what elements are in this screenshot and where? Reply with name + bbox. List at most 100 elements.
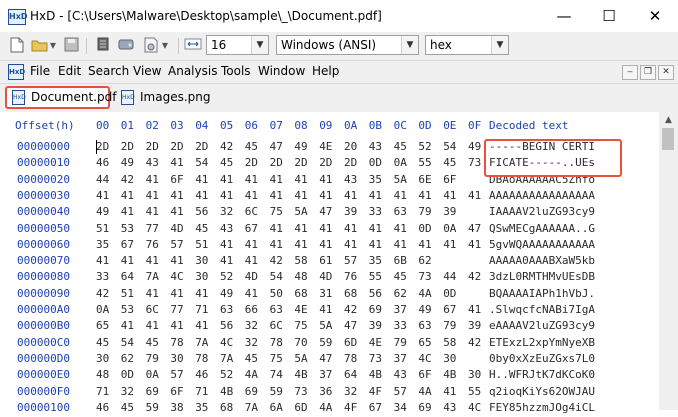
- hex-byte[interactable]: 42: [270, 254, 283, 267]
- hex-byte[interactable]: 49: [418, 303, 431, 316]
- hex-byte[interactable]: 4C: [418, 352, 431, 365]
- hex-byte[interactable]: 4A: [418, 385, 431, 398]
- hex-byte[interactable]: 45: [245, 352, 258, 365]
- hex-byte[interactable]: 37: [394, 303, 407, 316]
- hex-byte[interactable]: 37: [394, 352, 407, 365]
- hex-byte[interactable]: 41: [319, 173, 332, 186]
- hex-byte[interactable]: 55: [468, 385, 481, 398]
- hex-byte[interactable]: 41: [468, 303, 481, 316]
- hex-byte[interactable]: 46: [195, 368, 208, 381]
- tab-images-png[interactable]: HxD Images.png: [116, 86, 217, 109]
- hex-byte[interactable]: 41: [146, 173, 159, 186]
- hex-byte[interactable]: 41: [344, 222, 357, 235]
- hex-byte[interactable]: 41: [294, 189, 307, 202]
- hex-byte[interactable]: 56: [369, 287, 382, 300]
- hex-byte[interactable]: 43: [146, 156, 159, 169]
- hex-byte[interactable]: 41: [418, 189, 431, 202]
- hex-byte[interactable]: 6D: [344, 336, 357, 349]
- hex-byte[interactable]: 30: [195, 254, 208, 267]
- hex-byte[interactable]: 41: [195, 189, 208, 202]
- hex-byte[interactable]: 57: [344, 254, 357, 267]
- disk-image-dropdown-icon[interactable]: ▼: [160, 37, 170, 55]
- hex-byte[interactable]: 30: [443, 352, 456, 365]
- hex-byte[interactable]: 64: [344, 368, 357, 381]
- hex-byte[interactable]: 41: [220, 254, 233, 267]
- hex-byte[interactable]: 41: [146, 189, 159, 202]
- hex-byte[interactable]: 71: [96, 385, 109, 398]
- hex-byte[interactable]: 4E: [369, 336, 382, 349]
- hex-byte[interactable]: 41: [96, 254, 109, 267]
- hex-byte[interactable]: 68: [344, 287, 357, 300]
- hex-byte[interactable]: 42: [344, 303, 357, 316]
- hex-byte[interactable]: 75: [270, 352, 283, 365]
- hex-editor[interactable]: Offset(h) Decoded text 00 01 02 03 04 05 06 07 0…: [0, 112, 678, 414]
- hex-byte[interactable]: 74: [270, 368, 283, 381]
- hex-byte[interactable]: 41: [369, 238, 382, 251]
- hex-byte[interactable]: 41: [245, 254, 258, 267]
- hex-byte[interactable]: 76: [146, 238, 159, 251]
- menu-view[interactable]: View: [133, 64, 161, 78]
- hex-byte[interactable]: 47: [319, 352, 332, 365]
- hex-row[interactable]: 000000E0 48 0D 0A 57 46 52 4A 74 4B 37 64 4B 43 6F 4B 30…: [0, 368, 659, 384]
- hex-byte[interactable]: 43: [220, 222, 233, 235]
- hex-byte[interactable]: 20: [344, 140, 357, 153]
- hex-byte[interactable]: 32: [245, 336, 258, 349]
- hex-byte[interactable]: 62: [121, 352, 134, 365]
- hex-byte[interactable]: 36: [319, 385, 332, 398]
- hex-byte[interactable]: 56: [220, 319, 233, 332]
- hex-byte[interactable]: 41: [294, 173, 307, 186]
- hex-byte[interactable]: 32: [245, 319, 258, 332]
- hex-byte[interactable]: 30: [195, 270, 208, 283]
- hex-byte[interactable]: 41: [443, 189, 456, 202]
- hex-byte[interactable]: 43: [443, 401, 456, 414]
- hex-byte[interactable]: 2D: [294, 156, 307, 169]
- hex-byte[interactable]: 33: [96, 270, 109, 283]
- hex-byte[interactable]: 41: [270, 189, 283, 202]
- decoded-text[interactable]: AAAAAAAAAAAAAAAA: [489, 189, 595, 202]
- hex-row[interactable]: 00000060 35 67 76 57 51 41 41 41 41 41 41 41 41 41 41 41…: [0, 238, 659, 254]
- hex-byte[interactable]: 41: [394, 189, 407, 202]
- hex-byte[interactable]: 58: [443, 336, 456, 349]
- decoded-text[interactable]: IAAAAV2luZG93cy9: [489, 205, 595, 218]
- hex-byte[interactable]: 4B: [294, 368, 307, 381]
- hex-byte[interactable]: 51: [121, 287, 134, 300]
- hex-row[interactable]: 000000C0 45 54 45 78 7A 4C 32 78 70 59 6D 4E 79 65 58 42…: [0, 336, 659, 352]
- hex-byte[interactable]: 67: [121, 238, 134, 251]
- hex-byte[interactable]: 41: [121, 189, 134, 202]
- hex-byte[interactable]: 78: [195, 352, 208, 365]
- hex-byte[interactable]: 49: [294, 140, 307, 153]
- hex-byte[interactable]: 5A: [294, 352, 307, 365]
- menu-search[interactable]: Search: [88, 64, 129, 78]
- hex-byte[interactable]: 69: [369, 303, 382, 316]
- hex-byte[interactable]: 6F: [443, 173, 456, 186]
- hex-byte[interactable]: 64: [121, 270, 134, 283]
- hex-byte[interactable]: 73: [418, 270, 431, 283]
- hex-byte[interactable]: 4B: [220, 385, 233, 398]
- hex-byte[interactable]: 41: [245, 287, 258, 300]
- hex-byte[interactable]: 32: [220, 205, 233, 218]
- hex-byte[interactable]: 41: [146, 319, 159, 332]
- hex-byte[interactable]: 73: [369, 352, 382, 365]
- hex-row[interactable]: 00000100 46 45 59 38 35 68 7A 6A 6D 4A 4F 67 34 69 43 4C…: [0, 401, 659, 417]
- hex-byte[interactable]: 43: [344, 173, 357, 186]
- hex-byte[interactable]: 78: [344, 352, 357, 365]
- hex-byte[interactable]: 46: [96, 156, 109, 169]
- hex-byte[interactable]: 61: [319, 254, 332, 267]
- hex-byte[interactable]: 5A: [294, 205, 307, 218]
- hex-byte[interactable]: 41: [146, 205, 159, 218]
- hex-byte[interactable]: 41: [443, 385, 456, 398]
- hex-byte[interactable]: 68: [220, 401, 233, 414]
- hex-byte[interactable]: 42: [468, 270, 481, 283]
- hex-row[interactable]: 000000A0 0A 53 6C 77 71 63 66 63 4E 41 42 69 37 49 67 41…: [0, 303, 659, 319]
- hex-byte[interactable]: 33: [394, 319, 407, 332]
- hex-byte[interactable]: 71: [195, 303, 208, 316]
- hex-byte[interactable]: 41: [344, 238, 357, 251]
- hex-row[interactable]: 000000B0 65 41 41 41 41 56 32 6C 75 5A 47 39 33 63 79 39…: [0, 319, 659, 335]
- hex-byte[interactable]: 65: [418, 336, 431, 349]
- chevron-down-icon[interactable]: ▼: [491, 36, 508, 54]
- hex-byte[interactable]: 7A: [245, 401, 258, 414]
- tab-document-pdf[interactable]: HxD Document.pdf: [5, 86, 116, 109]
- hex-byte[interactable]: 53: [121, 303, 134, 316]
- vertical-scrollbar[interactable]: ▲: [659, 112, 678, 410]
- menu-tools[interactable]: Tools: [221, 64, 251, 78]
